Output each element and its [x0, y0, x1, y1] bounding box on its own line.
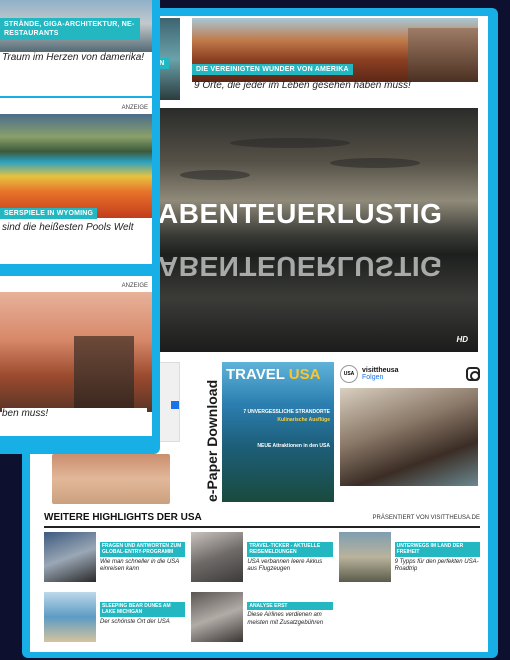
cabin-image	[74, 336, 134, 412]
video-title: ABENTEUERLUSTIG	[158, 198, 443, 229]
highlights-header: WEITERE HIGHLIGHTS DER USA PRÄSENTIERT V…	[44, 512, 480, 528]
facebook-icon[interactable]	[171, 401, 179, 409]
magazine-title: TRAVEL USA	[226, 366, 321, 383]
top-card-tag: DIE VEREINIGTEN WUNDER VON AMERIKA	[192, 64, 353, 75]
overlay-page: STRÄNDE, GIGA-ARCHITEKTUR, NE-RESTAURANT…	[0, 0, 152, 444]
highlights-grid: FRAGEN UND ANTWORTEN ZUM GLOBAL-ENTRY-PR…	[44, 532, 480, 644]
epaper-download-link[interactable]: e-Paper Download	[200, 364, 220, 504]
epaper-label: e-Paper Download	[204, 379, 220, 502]
instagram-account-name[interactable]: visittheusa	[362, 367, 399, 374]
magazine-line: 7 UNVERGESSLICHE STRANDORTE	[243, 409, 330, 415]
hot-spring-image	[0, 114, 152, 218]
overlay-card-2-caption: sind die heißesten Pools Welt	[2, 222, 134, 233]
highlight-tag: SLEEPING BEAR DUNES AM LAKE MICHIGAN	[100, 602, 186, 617]
overlay-card-3[interactable]: ANZEIGE ben muss!	[0, 276, 152, 436]
highlight-desc: USA verbannen leere Akkus aus Flugzeugen	[247, 558, 323, 573]
highlight-desc: 9 Typps für den perfekten USA-Roadtrip	[394, 558, 479, 573]
top-card-caption[interactable]: 9 Orte, die jeder im Leben gesehen haben…	[194, 80, 411, 91]
highlight-desc: Der schönste Ort der USA	[100, 618, 170, 625]
highlight-item[interactable]: FRAGEN UND ANTWORTEN ZUM GLOBAL-ENTRY-PR…	[44, 532, 186, 584]
cloud	[230, 138, 350, 148]
highlight-tag: UNTERWEGS IM LAND DER FREIHEIT	[394, 542, 480, 557]
cloud	[330, 158, 420, 168]
highlight-thumbnail	[44, 592, 96, 642]
heart-hands-image[interactable]	[52, 454, 170, 504]
overlay-card-1-tag: STRÄNDE, GIGA-ARCHITEKTUR, NE-RESTAURANT…	[0, 18, 140, 41]
anzeige-label: ANZEIGE	[121, 105, 148, 111]
overlay-card-2-tag: SERSPIELE IN WYOMING	[0, 208, 98, 219]
anzeige-label: ANZEIGE	[121, 283, 148, 289]
highlight-item[interactable]: SLEEPING BEAR DUNES AM LAKE MICHIGAN Der …	[44, 592, 186, 644]
instagram-follow-link[interactable]: Folgen	[362, 374, 399, 381]
instagram-icon[interactable]	[466, 367, 480, 381]
highlight-item[interactable]: ANALYSE ERST Diese Airlines verdienen am …	[191, 592, 333, 644]
highlights-title: WEITERE HIGHLIGHTS DER USA	[44, 512, 202, 523]
highlight-tag: TRAVEL-TICKER - AKTUELLE REISEMELDUNGEN	[247, 542, 333, 557]
highlight-item[interactable]: UNTERWEGS IM LAND DER FREIHEIT 9 Typps fü…	[338, 532, 480, 584]
cloud	[180, 170, 250, 180]
instagram-header: USA visittheusa Folgen	[340, 362, 480, 386]
magazine-line: NEUE Attraktionen in den USA	[257, 443, 330, 449]
instagram-widget: USA visittheusa Folgen	[340, 362, 480, 502]
highlight-thumbnail	[44, 532, 96, 582]
canyon-cabin-image	[0, 292, 152, 412]
overlay-card-1-tag-wrap: STRÄNDE, GIGA-ARCHITEKTUR, NE-RESTAURANT…	[0, 18, 140, 41]
highlight-tag: FRAGEN UND ANTWORTEN ZUM GLOBAL-ENTRY-PR…	[100, 542, 186, 557]
highlight-thumbnail	[191, 532, 244, 582]
highlight-thumbnail	[338, 532, 391, 582]
highlight-desc: Diese Airlines verdienen am meisten mit …	[247, 612, 324, 626]
highlight-tag: ANALYSE ERST	[247, 602, 333, 611]
overlay-card-3-caption: ben muss!	[2, 408, 147, 421]
highlight-thumbnail	[191, 592, 244, 642]
cabin-image	[408, 28, 478, 82]
overlay-card-2[interactable]: ANZEIGE SERSPIELE IN WYOMING sind die he…	[0, 98, 152, 264]
hd-badge[interactable]: HD	[456, 335, 468, 344]
overlay-card-1-caption: Traum im Herzen von damerika!	[2, 52, 145, 63]
highlight-item[interactable]: TRAVEL-TICKER - AKTUELLE REISEMELDUNGEN U…	[191, 532, 333, 584]
overlay-card-1[interactable]: STRÄNDE, GIGA-ARCHITEKTUR, NE-RESTAURANT…	[0, 0, 152, 96]
highlight-desc: Wie man schneller in die USA einreisen k…	[100, 558, 180, 573]
instagram-photo[interactable]	[340, 388, 478, 486]
visittheusa-logo[interactable]: USA	[340, 365, 358, 383]
highlights-sponsor[interactable]: PRÄSENTIERT VON VISITTHEUSA.DE	[373, 515, 480, 521]
video-title-reflection: ABENTEUERLUSTIG	[158, 251, 443, 282]
magazine-cover[interactable]: TRAVEL USA 7 UNVERGESSLICHE STRANDORTE K…	[222, 362, 334, 502]
